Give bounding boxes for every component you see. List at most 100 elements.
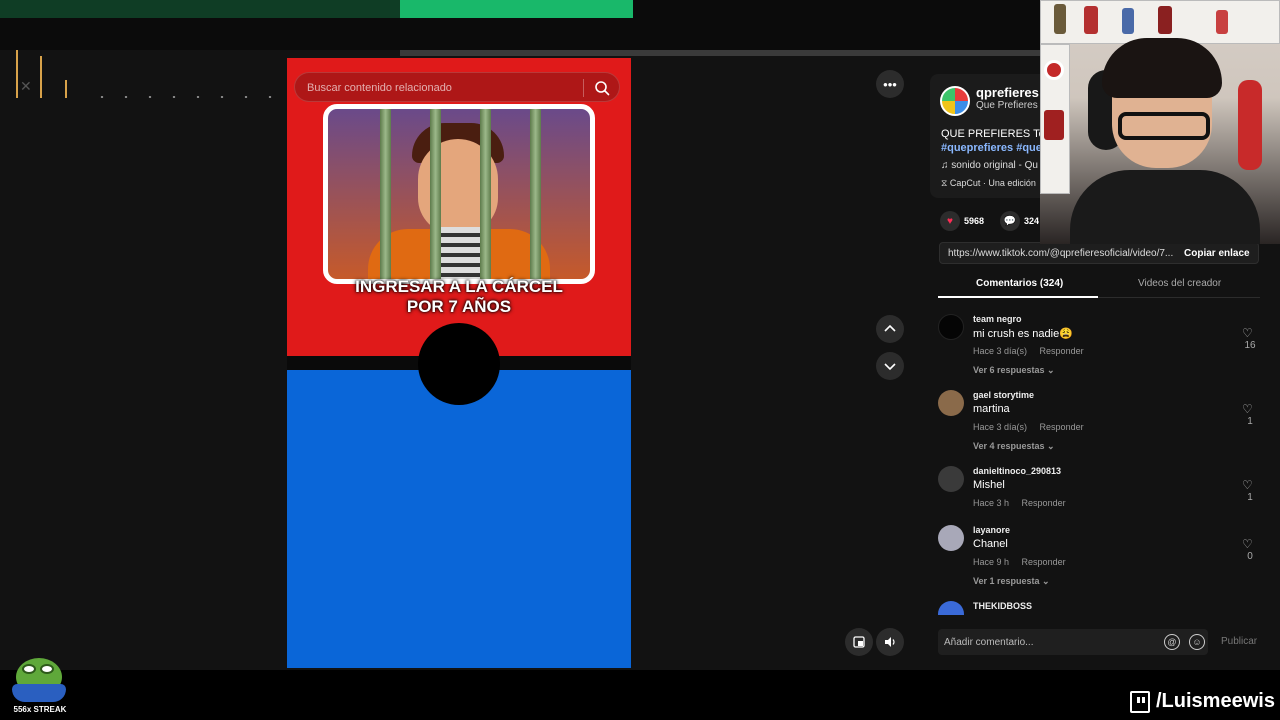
twitch-icon xyxy=(1130,690,1150,713)
search-separator xyxy=(583,79,584,97)
emoji-icon[interactable]: ☺ xyxy=(1189,634,1205,650)
comment-count: 324 xyxy=(1024,216,1040,226)
comment-meta: Hace 3 h Responder xyxy=(973,498,1066,508)
video-caption: INGRESAR A LA CÁRCEL POR 7 AÑOS xyxy=(287,277,631,317)
commenter-name[interactable]: team negro xyxy=(973,314,1022,324)
comment-like-icon[interactable]: ♡ xyxy=(1242,402,1253,416)
streamer-hair xyxy=(1102,38,1222,98)
comment-like-icon[interactable]: ♡ xyxy=(1242,326,1253,340)
commenter-avatar[interactable] xyxy=(938,314,964,340)
commenter-name[interactable]: layanore xyxy=(973,525,1010,535)
caption-line-2: POR 7 AÑOS xyxy=(406,297,512,316)
author-name[interactable]: qprefieres xyxy=(976,85,1039,100)
reply-button[interactable]: Responder xyxy=(1040,422,1084,432)
comment-text: martina xyxy=(973,403,1010,415)
prison-bar xyxy=(480,109,491,279)
illustration-shirt xyxy=(436,227,482,279)
tiktok-video[interactable]: INGRESAR A LA CÁRCEL POR 7 AÑOS xyxy=(287,58,631,668)
figure xyxy=(1122,8,1134,34)
overlay-bar-dark-green xyxy=(0,0,400,18)
mention-icon[interactable]: @ xyxy=(1164,634,1180,650)
copy-link-button[interactable]: Copiar enlace xyxy=(1184,248,1250,259)
figure xyxy=(1054,4,1066,34)
channel-handle: /Luismeewis xyxy=(1130,690,1275,713)
more-options-button[interactable]: ••• xyxy=(876,70,904,98)
author-subtitle: Que Prefieres · xyxy=(976,100,1044,111)
comment-like-count: 1 xyxy=(1247,416,1253,427)
comment-like-count: 16 xyxy=(1244,340,1256,351)
chevron-down-icon xyxy=(884,363,896,371)
figure xyxy=(1158,6,1172,34)
reply-button[interactable]: Responder xyxy=(1040,346,1084,356)
video-url: https://www.tiktok.com/@qprefieresoficia… xyxy=(948,248,1174,259)
video-bottom-half xyxy=(287,370,631,668)
webcam-overlay xyxy=(1040,0,1280,244)
overlay-bar-green xyxy=(400,0,633,18)
view-replies-button[interactable]: Ver 4 respuestas ⌄ xyxy=(973,441,1055,452)
volume-icon xyxy=(885,637,895,647)
author-avatar[interactable] xyxy=(940,86,970,116)
comment-button[interactable]: 💬 xyxy=(1000,211,1020,231)
publish-button[interactable]: Publicar xyxy=(1221,636,1257,647)
sound-label: sonido original - Qu xyxy=(951,160,1038,171)
figure xyxy=(1044,110,1064,140)
reply-button[interactable]: Responder xyxy=(1022,557,1066,567)
share-link-row: https://www.tiktok.com/@qprefieresoficia… xyxy=(939,242,1259,264)
post-description: QUE PREFIERES Ten xyxy=(941,128,1051,140)
audio-bar xyxy=(40,56,42,98)
commenter-avatar[interactable] xyxy=(938,601,964,615)
music-note-icon: ♫ xyxy=(941,160,949,171)
audio-bar xyxy=(65,80,67,98)
emote-eye xyxy=(40,664,54,674)
streamer-shirt xyxy=(1070,170,1260,244)
prison-bar xyxy=(430,109,441,279)
panel-tabs: Comentarios (324) Videos del creador xyxy=(938,270,1260,298)
next-video-button[interactable] xyxy=(876,352,904,380)
shield-figure xyxy=(1044,60,1064,80)
post-hashtags[interactable]: #queprefieres #que xyxy=(941,142,1042,154)
commenter-name[interactable]: danieltinoco_290813 xyxy=(973,466,1061,476)
more-icon: ••• xyxy=(883,76,897,92)
commenter-avatar[interactable] xyxy=(938,466,964,492)
comment-like-icon[interactable]: ♡ xyxy=(1242,478,1253,492)
search-input[interactable] xyxy=(307,79,577,97)
channel-handle-text: /Luismeewis xyxy=(1156,690,1275,712)
comment-time: Hace 3 h xyxy=(973,498,1010,508)
close-icon: ✕ xyxy=(20,78,32,94)
post-sound[interactable]: ♫ sonido original - Qu xyxy=(941,160,1038,171)
comment-item: THEKIDBOSS xyxy=(938,601,1260,615)
stream-top-overlay xyxy=(0,0,1040,50)
tab-creator-videos[interactable]: Videos del creador xyxy=(1138,278,1221,289)
chevron-up-icon xyxy=(884,324,896,332)
center-circle xyxy=(418,323,500,405)
audio-bar xyxy=(16,50,18,98)
active-tab-indicator xyxy=(938,296,1098,298)
comment-like-icon[interactable]: ♡ xyxy=(1242,537,1253,551)
reply-button[interactable]: Responder xyxy=(1022,498,1066,508)
tab-comments[interactable]: Comentarios (324) xyxy=(976,278,1063,289)
related-search-bar xyxy=(294,72,620,102)
capcut-anchor[interactable]: ⧖ CapCut · Una edición xyxy=(941,178,1036,189)
view-replies-button[interactable]: Ver 1 respuesta ⌄ xyxy=(973,576,1050,587)
commenter-name[interactable]: THEKIDBOSS xyxy=(973,601,1032,611)
heart-icon: ♥ xyxy=(947,215,953,227)
pip-button[interactable] xyxy=(845,628,873,656)
commenter-avatar[interactable] xyxy=(938,390,964,416)
commenter-avatar[interactable] xyxy=(938,525,964,551)
streak-label: 556x STREAK xyxy=(13,705,67,714)
like-button[interactable]: ♥ xyxy=(940,211,960,231)
search-icon[interactable] xyxy=(593,79,611,97)
comment-meta: Hace 3 día(s) Responder xyxy=(973,346,1084,356)
comment-input[interactable] xyxy=(944,634,1154,650)
commenter-name[interactable]: gael storytime xyxy=(973,390,1034,400)
volume-button[interactable] xyxy=(876,628,904,656)
spiderman-figure xyxy=(1238,80,1262,170)
capcut-label: CapCut · Una edición xyxy=(949,178,1036,188)
caption-line-1: INGRESAR A LA CÁRCEL xyxy=(355,277,563,296)
view-replies-button[interactable]: Ver 6 respuestas ⌄ xyxy=(973,365,1055,376)
comment-time: Hace 3 día(s) xyxy=(973,422,1028,432)
previous-video-button[interactable] xyxy=(876,315,904,343)
video-thumbnail-image xyxy=(323,104,595,284)
comment-input-box: @ ☺ xyxy=(938,629,1208,655)
glasses xyxy=(1118,112,1210,140)
